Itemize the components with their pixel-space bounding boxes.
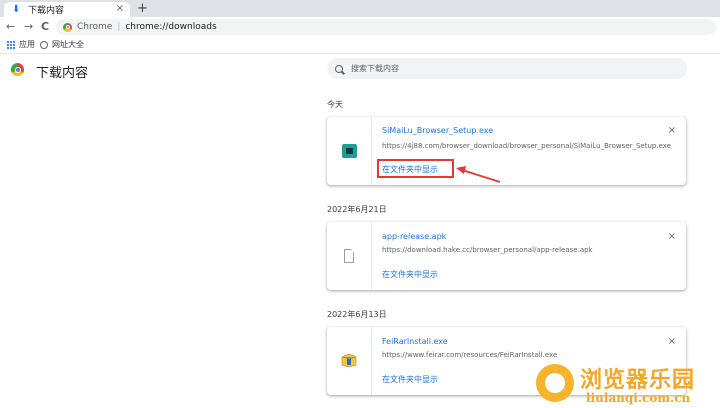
tab-title: 下载内容 xyxy=(28,6,65,16)
file-name-link[interactable]: app-release.apk xyxy=(382,232,446,241)
omnibox[interactable]: Chrome | chrome://downloads xyxy=(56,19,716,35)
file-url[interactable]: https://download.hake.cc/browser_persona… xyxy=(382,246,593,254)
tab-close-button[interactable]: × xyxy=(116,3,124,14)
remove-item-button[interactable]: × xyxy=(668,231,676,242)
watermark-logo-icon xyxy=(536,364,574,402)
remove-item-button[interactable]: × xyxy=(668,336,676,347)
file-icon-column xyxy=(327,117,372,185)
file-icon-column xyxy=(327,327,372,395)
highlight-box xyxy=(377,159,454,178)
globe-icon xyxy=(40,40,48,49)
remove-item-button[interactable]: × xyxy=(668,125,676,136)
chrome-logo-icon xyxy=(11,63,24,76)
date-header: 2022年6月21日 xyxy=(327,205,387,214)
date-header: 2022年6月13日 xyxy=(327,310,387,319)
forward-button[interactable]: → xyxy=(24,19,33,35)
watermark: 浏览器乐园 liulanqi.com.cn xyxy=(530,360,720,408)
watermark-text-en: liulanqi.com.cn xyxy=(586,391,691,405)
omnibox-label: Chrome xyxy=(77,22,113,32)
file-icon xyxy=(344,249,354,263)
watermark-text-cn: 浏览器乐园 xyxy=(580,367,696,393)
back-button[interactable]: ← xyxy=(6,19,15,35)
exe-icon xyxy=(342,144,357,158)
search-placeholder: 搜索下载内容 xyxy=(351,64,399,73)
page-title: 下载内容 xyxy=(36,66,89,81)
search-icon xyxy=(335,64,343,73)
download-icon: ⬇ xyxy=(12,3,21,15)
show-in-folder-link[interactable]: 在文件夹中显示 xyxy=(382,374,438,385)
file-name-link[interactable]: FeiRarInstall.exe xyxy=(382,337,448,346)
file-url[interactable]: https://www.feirar.com/resources/FeiRarI… xyxy=(382,351,557,359)
file-name-link[interactable]: SiMaiLu_Browser_Setup.exe xyxy=(382,126,493,135)
new-tab-button[interactable]: + xyxy=(137,0,148,17)
date-header: 今天 xyxy=(327,100,343,109)
omnibox-url[interactable]: chrome://downloads xyxy=(125,22,216,32)
omnibox-separator: | xyxy=(117,22,121,32)
tab-strip: ⬇ 下载内容 × + xyxy=(0,0,720,17)
file-icon-column xyxy=(327,222,372,290)
annotation-arrow-icon xyxy=(456,166,501,183)
tab-downloads[interactable]: ⬇ 下载内容 × xyxy=(4,2,130,17)
bookmarks-bar: 应用 网址大全 xyxy=(0,37,720,54)
toolbar: ← → C Chrome | chrome://downloads xyxy=(0,17,720,37)
show-in-folder-link[interactable]: 在文件夹中显示 xyxy=(382,269,438,280)
bookmark-label: 应用 xyxy=(19,40,35,49)
rar-icon xyxy=(341,353,357,367)
search-downloads-input[interactable]: 搜索下载内容 xyxy=(327,58,687,79)
bookmark-label: 网址大全 xyxy=(52,40,84,49)
download-item: app-release.apk https://download.hake.cc… xyxy=(327,222,686,290)
bookmark-apps[interactable]: 应用 xyxy=(7,39,35,50)
apps-grid-icon xyxy=(7,40,15,49)
file-url[interactable]: https://4j88.com/browser_download/browse… xyxy=(382,142,671,150)
bookmark-url-directory[interactable]: 网址大全 xyxy=(40,39,84,50)
chrome-icon xyxy=(63,22,72,32)
reload-button[interactable]: C xyxy=(41,19,49,35)
